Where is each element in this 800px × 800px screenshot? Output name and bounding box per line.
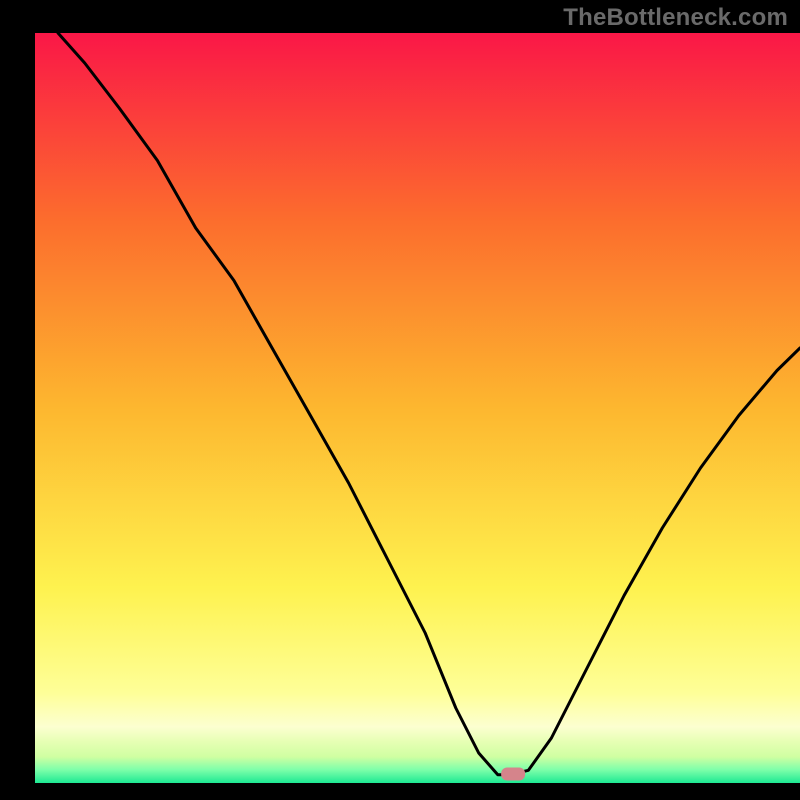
watermark-text: TheBottleneck.com bbox=[563, 4, 788, 32]
baseline-strip bbox=[35, 783, 800, 800]
chart-svg bbox=[0, 0, 800, 800]
optimum-marker bbox=[501, 768, 525, 781]
bottleneck-chart: TheBottleneck.com bbox=[0, 0, 800, 800]
plot-background bbox=[35, 33, 800, 783]
